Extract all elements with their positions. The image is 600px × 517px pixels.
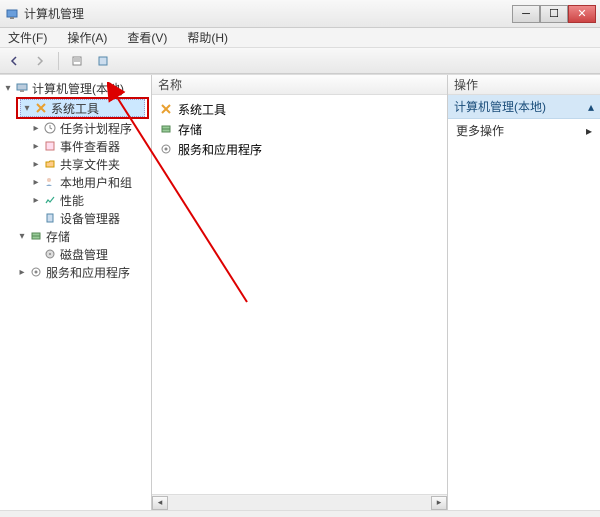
tree-task-scheduler[interactable]: ▸ 任务计划程序 [30, 119, 149, 137]
window-title: 计算机管理 [24, 5, 512, 22]
expand-icon[interactable]: ▸ [16, 267, 28, 278]
computer-icon [14, 80, 30, 96]
tree-panel[interactable]: ▾ 计算机管理(本地) ▾ 系统工具 ▸ 任务计划程序 ▸ [0, 75, 152, 510]
list-item-label: 服务和应用程序 [178, 141, 262, 158]
status-strip [0, 510, 600, 517]
scroll-left-button[interactable]: ◂ [152, 496, 168, 510]
list-item-storage[interactable]: 存储 [156, 119, 443, 139]
tree-performance-label: 性能 [60, 192, 84, 209]
menu-help[interactable]: 帮助(H) [183, 27, 232, 48]
tree-system-tools[interactable]: ▾ 系统工具 [20, 99, 145, 117]
tree-performance[interactable]: ▸ 性能 [30, 191, 149, 209]
action-more-label: 更多操作 [456, 122, 504, 139]
app-icon [4, 6, 20, 22]
tree-services-label: 服务和应用程序 [46, 264, 130, 281]
folder-shared-icon [42, 156, 58, 172]
expand-icon[interactable]: ▸ [30, 177, 42, 188]
tree-shared-folders[interactable]: ▸ 共享文件夹 [30, 155, 149, 173]
tree-disk-management[interactable]: 磁盘管理 [30, 245, 149, 263]
properties-button[interactable] [67, 51, 87, 71]
tree-event-viewer[interactable]: ▸ 事件查看器 [30, 137, 149, 155]
tree-local-users[interactable]: ▸ 本地用户和组 [30, 173, 149, 191]
titlebar: 计算机管理 ─ ☐ ✕ [0, 0, 600, 28]
actions-panel: 操作 计算机管理(本地) ▴ 更多操作 ▸ [448, 75, 600, 510]
maximize-button[interactable]: ☐ [540, 5, 568, 23]
toolbar-separator [58, 52, 59, 70]
action-section-label: 计算机管理(本地) [454, 98, 546, 115]
annotation-highlight: ▾ 系统工具 [16, 97, 149, 119]
tree-disk-management-label: 磁盘管理 [60, 246, 108, 263]
event-icon [42, 138, 58, 154]
collapse-icon[interactable]: ▴ [588, 100, 594, 114]
list-item-system-tools[interactable]: 系统工具 [156, 99, 443, 119]
tree-services[interactable]: ▸ 服务和应用程序 [16, 263, 149, 281]
blank-toggle [30, 249, 42, 260]
services-icon [158, 141, 174, 157]
clock-icon [42, 120, 58, 136]
services-icon [28, 264, 44, 280]
tree-local-users-label: 本地用户和组 [60, 174, 132, 191]
toolbar [0, 48, 600, 74]
users-icon [42, 174, 58, 190]
menubar: 文件(F) 操作(A) 查看(V) 帮助(H) [0, 28, 600, 48]
tree-task-scheduler-label: 任务计划程序 [60, 120, 132, 137]
scroll-right-button[interactable]: ▸ [431, 496, 447, 510]
tree-storage[interactable]: ▾ 存储 [16, 227, 149, 245]
list-panel: 名称 系统工具 存储 服务和应用程序 ◂ ▸ [152, 75, 448, 510]
minimize-button[interactable]: ─ [512, 5, 540, 23]
chevron-right-icon: ▸ [586, 124, 592, 138]
tree-system-tools-label: 系统工具 [51, 100, 99, 117]
action-more[interactable]: 更多操作 ▸ [448, 119, 600, 142]
tree-event-viewer-label: 事件查看器 [60, 138, 120, 155]
menu-view[interactable]: 查看(V) [123, 27, 171, 48]
list-body[interactable]: 系统工具 存储 服务和应用程序 [152, 95, 447, 494]
tree-shared-folders-label: 共享文件夹 [60, 156, 120, 173]
tree-storage-label: 存储 [46, 228, 70, 245]
device-icon [42, 210, 58, 226]
tree-device-manager[interactable]: 设备管理器 [30, 209, 149, 227]
help-button[interactable] [93, 51, 113, 71]
actions-body: 计算机管理(本地) ▴ 更多操作 ▸ [448, 95, 600, 510]
performance-icon [42, 192, 58, 208]
action-section-header[interactable]: 计算机管理(本地) ▴ [448, 95, 600, 119]
tools-icon [158, 101, 174, 117]
list-item-services[interactable]: 服务和应用程序 [156, 139, 443, 159]
expand-icon[interactable]: ▸ [30, 195, 42, 206]
storage-icon [158, 121, 174, 137]
content-area: ▾ 计算机管理(本地) ▾ 系统工具 ▸ 任务计划程序 ▸ [0, 74, 600, 510]
menu-file[interactable]: 文件(F) [4, 27, 51, 48]
collapse-icon[interactable]: ▾ [21, 103, 33, 114]
back-button[interactable] [4, 51, 24, 71]
collapse-icon[interactable]: ▾ [16, 231, 28, 242]
tree-device-manager-label: 设备管理器 [60, 210, 120, 227]
tree-root[interactable]: ▾ 计算机管理(本地) [2, 79, 149, 97]
expand-icon[interactable]: ▸ [30, 141, 42, 152]
list-header-name[interactable]: 名称 [152, 75, 447, 95]
menu-action[interactable]: 操作(A) [63, 27, 111, 48]
expand-icon[interactable]: ▸ [30, 159, 42, 170]
expand-icon[interactable]: ▸ [30, 123, 42, 134]
list-scrollbar[interactable]: ◂ ▸ [152, 494, 447, 510]
list-item-label: 存储 [178, 121, 202, 138]
collapse-icon[interactable]: ▾ [2, 83, 14, 94]
actions-header: 操作 [448, 75, 600, 95]
blank-toggle [30, 213, 42, 224]
storage-icon [28, 228, 44, 244]
tools-icon [33, 100, 49, 116]
scroll-track[interactable] [168, 496, 431, 510]
tree-root-label: 计算机管理(本地) [32, 80, 124, 97]
forward-button[interactable] [30, 51, 50, 71]
window-controls: ─ ☐ ✕ [512, 5, 596, 23]
disk-icon [42, 246, 58, 262]
close-button[interactable]: ✕ [568, 5, 596, 23]
list-item-label: 系统工具 [178, 101, 226, 118]
